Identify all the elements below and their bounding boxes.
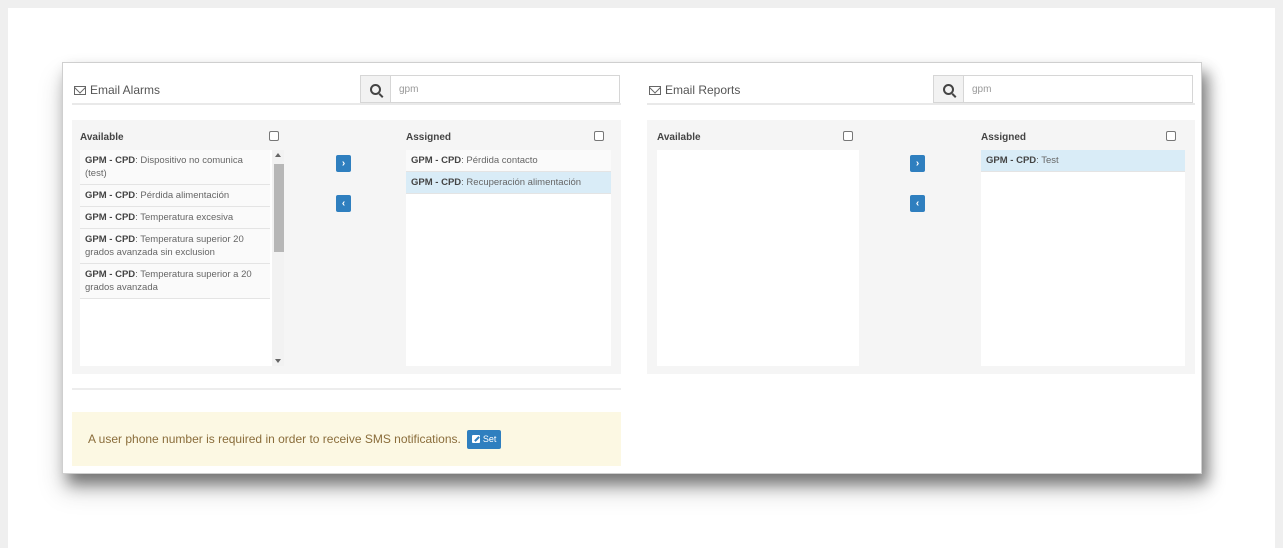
- alarms-assigned-select-all[interactable]: [594, 131, 604, 141]
- list-item[interactable]: GPM - CPD: Pérdida alimentación: [80, 185, 270, 207]
- alarms-dual-list: Available GPM - CPD: Dispositivo no comu…: [72, 120, 621, 374]
- scroll-thumb[interactable]: [274, 164, 284, 252]
- reports-available-list[interactable]: [657, 150, 859, 366]
- email-reports-header: Email Reports: [647, 71, 1195, 105]
- email-alarms-header: Email Alarms: [72, 71, 621, 105]
- sms-warning-alert: A user phone number is required in order…: [72, 412, 621, 466]
- alarms-move-right-button[interactable]: ›: [336, 155, 351, 172]
- list-item[interactable]: GPM - CPD: Temperatura excesiva: [80, 207, 270, 229]
- list-item[interactable]: GPM - CPD: Temperatura superior 20 grado…: [80, 229, 270, 264]
- alarms-search-input[interactable]: [391, 76, 619, 102]
- reports-search-box: [933, 75, 1193, 103]
- set-phone-button[interactable]: Set: [466, 429, 502, 449]
- envelope-icon: [74, 85, 86, 95]
- edit-icon: [471, 435, 480, 443]
- reports-search-input[interactable]: [964, 76, 1192, 102]
- sms-warning-text: A user phone number is required in order…: [88, 432, 461, 446]
- reports-available-label: Available: [657, 132, 701, 143]
- list-item[interactable]: GPM - CPD: Temperatura superior a 20 gra…: [80, 264, 270, 299]
- scroll-up-icon[interactable]: [275, 153, 281, 157]
- list-item[interactable]: GPM - CPD: Dispositivo no comunica (test…: [80, 150, 270, 185]
- alarms-assigned-list[interactable]: GPM - CPD: Pérdida contacto GPM - CPD: R…: [406, 150, 611, 366]
- alarms-search-box: [360, 75, 620, 103]
- email-alarms-section: Email Alarms Available GPM - CPD: Dispos…: [72, 63, 621, 383]
- reports-assigned-select-all[interactable]: [1166, 131, 1176, 141]
- reports-assigned-list[interactable]: GPM - CPD: Test: [981, 150, 1185, 366]
- reports-search-button[interactable]: [934, 76, 964, 102]
- page-background: Email Alarms Available GPM - CPD: Dispos…: [8, 8, 1275, 548]
- search-icon: [370, 83, 381, 95]
- alarms-search-button[interactable]: [361, 76, 391, 102]
- alarms-available-list[interactable]: GPM - CPD: Dispositivo no comunica (test…: [80, 150, 284, 366]
- alarms-available-select-all[interactable]: [269, 131, 279, 141]
- alarms-assigned-label: Assigned: [406, 132, 452, 143]
- reports-dual-list: Available › ‹ Assigned GPM - CPD: Test: [647, 120, 1195, 374]
- envelope-icon: [649, 85, 661, 95]
- reports-move-left-button[interactable]: ‹: [910, 195, 925, 212]
- reports-assigned-label: Assigned: [981, 132, 1027, 143]
- list-item[interactable]: GPM - CPD: Pérdida contacto: [406, 150, 611, 172]
- alarms-move-left-button[interactable]: ‹: [336, 195, 351, 212]
- alarms-available-scrollbar[interactable]: [272, 150, 284, 366]
- notifications-card: Email Alarms Available GPM - CPD: Dispos…: [62, 62, 1202, 474]
- list-item-selected[interactable]: GPM - CPD: Test: [981, 150, 1185, 172]
- search-icon: [943, 83, 954, 95]
- email-reports-section: Email Reports Available › ‹ Assigned: [647, 63, 1195, 383]
- scroll-down-icon[interactable]: [275, 359, 281, 363]
- email-alarms-title: Email Alarms: [90, 83, 161, 97]
- reports-available-select-all[interactable]: [843, 131, 853, 141]
- list-item-selected[interactable]: GPM - CPD: Recuperación alimentación: [406, 172, 611, 194]
- reports-move-right-button[interactable]: ›: [910, 155, 925, 172]
- alarms-available-label: Available: [80, 132, 124, 143]
- set-phone-label: Set: [482, 434, 497, 444]
- email-reports-title: Email Reports: [665, 83, 741, 97]
- section-divider: [72, 388, 621, 390]
